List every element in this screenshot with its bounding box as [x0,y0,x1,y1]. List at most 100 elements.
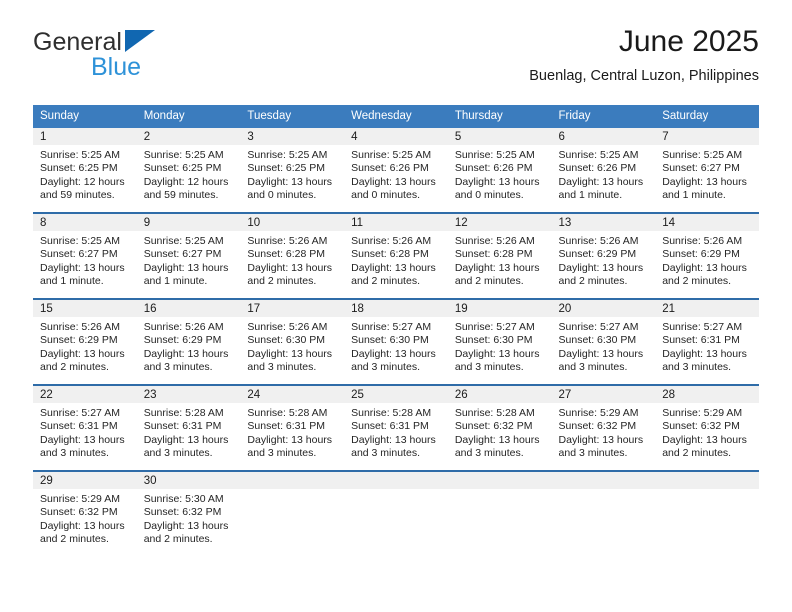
day-sun-info: Sunrise: 5:27 AM Sunset: 6:30 PM Daylight:… [552,317,656,374]
calendar-day-cell[interactable]: 28 Sunrise: 5:29 AM Sunset: 6:32 PM Dayligh… [655,384,759,471]
calendar-day-cell[interactable]: 16 Sunrise: 5:26 AM Sunset: 6:29 PM Dayligh… [136,298,241,385]
calendar-day-cell[interactable]: 2 Sunrise: 5:25 AM Sunset: 6:25 PM Daylight… [136,128,241,213]
calendar-day-cell[interactable]: 3 Sunrise: 5:25 AM Sunset: 6:25 PM Daylight… [240,128,345,213]
calendar-day-cell[interactable]: 9 Sunrise: 5:25 AM Sunset: 6:27 PM Daylight… [136,212,241,299]
calendar-day-cell[interactable]: 17 Sunrise: 5:26 AM Sunset: 6:30 PM Dayligh… [240,298,345,385]
calendar-day-cell[interactable]: 23 Sunrise: 5:28 AM Sunset: 6:31 PM Dayligh… [136,384,241,471]
sunset-text: Sunset: 6:30 PM [351,334,429,347]
day-number [447,472,552,489]
day-cell-content [240,472,345,556]
day-cell-content: 5 Sunrise: 5:25 AM Sunset: 6:26 PM Daylight… [447,128,552,212]
day-cell-content: 3 Sunrise: 5:25 AM Sunset: 6:25 PM Daylight… [240,128,345,212]
day-number: 16 [136,300,241,317]
day-sun-info: Sunrise: 5:25 AM Sunset: 6:27 PM Daylight:… [137,231,241,288]
calendar-day-cell[interactable]: 8 Sunrise: 5:25 AM Sunset: 6:27 PM Daylight… [33,212,137,299]
sunset-text: Sunset: 6:27 PM [662,162,740,175]
day-sun-info: Sunrise: 5:25 AM Sunset: 6:26 PM Daylight:… [344,145,448,202]
page-subtitle: Buenlag, Central Luzon, Philippines [529,68,759,84]
calendar-day-cell[interactable]: 24 Sunrise: 5:28 AM Sunset: 6:31 PM Dayligh… [240,384,345,471]
sunrise-text: Sunrise: 5:29 AM [662,407,743,419]
sunrise-text: Sunrise: 5:28 AM [454,407,535,419]
daylight-text-line1: Daylight: 13 hours [351,347,436,360]
day-cell-content: 13 Sunrise: 5:26 AM Sunset: 6:29 PM Dayligh… [551,214,656,298]
day-number: 14 [655,214,759,231]
sunset-text: Sunset: 6:31 PM [143,420,222,433]
calendar-day-cell[interactable]: 18 Sunrise: 5:27 AM Sunset: 6:30 PM Dayligh… [344,298,448,385]
day-number: 30 [136,472,241,489]
calendar-day-cell[interactable]: 11 Sunrise: 5:26 AM Sunset: 6:28 PM Dayligh… [344,212,448,299]
day-sun-info: Sunrise: 5:25 AM Sunset: 6:27 PM Daylight:… [33,231,137,288]
calendar-day-cell[interactable]: 29 Sunrise: 5:29 AM Sunset: 6:32 PM Dayligh… [33,470,137,556]
day-number: 12 [447,214,552,231]
day-sun-info: Sunrise: 5:28 AM Sunset: 6:31 PM Daylight:… [344,403,448,460]
sunset-text: Sunset: 6:30 PM [247,334,326,347]
daylight-text-line2: and 3 minutes. [454,360,524,373]
calendar-day-cell[interactable]: 15 Sunrise: 5:26 AM Sunset: 6:29 PM Dayligh… [33,298,137,385]
calendar-day-cell[interactable] [655,470,759,556]
daylight-text-line2: and 3 minutes. [40,446,109,459]
day-sun-info: Sunrise: 5:28 AM Sunset: 6:31 PM Daylight:… [137,403,241,460]
day-number: 23 [136,386,241,403]
sunrise-text: Sunrise: 5:29 AM [40,493,120,505]
day-cell-content: 4 Sunrise: 5:25 AM Sunset: 6:26 PM Daylight… [344,128,448,212]
daylight-text-line1: Daylight: 13 hours [558,433,644,446]
calendar-day-cell[interactable] [240,470,345,556]
calendar-day-cell[interactable]: 6 Sunrise: 5:25 AM Sunset: 6:26 PM Daylight… [551,128,656,213]
calendar-day-cell[interactable]: 19 Sunrise: 5:27 AM Sunset: 6:30 PM Dayligh… [447,298,552,385]
calendar-day-cell[interactable]: 30 Sunrise: 5:30 AM Sunset: 6:32 PM Dayligh… [136,470,241,556]
logo-triangle-icon [125,30,155,52]
day-sun-info: Sunrise: 5:30 AM Sunset: 6:32 PM Daylight:… [137,489,241,546]
calendar-day-cell[interactable] [344,470,448,556]
sunset-text: Sunset: 6:32 PM [454,420,533,433]
day-number: 15 [33,300,137,317]
calendar-day-cell[interactable] [551,470,656,556]
day-number: 13 [551,214,656,231]
daylight-text-line1: Daylight: 13 hours [558,347,644,360]
sunset-text: Sunset: 6:25 PM [40,162,118,175]
daylight-text-line1: Daylight: 13 hours [40,519,125,532]
weekday-header-sunday: Sunday [33,105,137,128]
day-cell-content: 29 Sunrise: 5:29 AM Sunset: 6:32 PM Dayligh… [33,472,137,556]
generalblue-logo[interactable]: General Blue [33,28,253,88]
calendar-day-cell[interactable] [447,470,552,556]
day-cell-content [655,472,759,556]
calendar-day-cell[interactable]: 14 Sunrise: 5:26 AM Sunset: 6:29 PM Dayligh… [655,212,759,299]
calendar-day-cell[interactable]: 13 Sunrise: 5:26 AM Sunset: 6:29 PM Dayligh… [551,212,656,299]
daylight-text-line2: and 1 minute. [143,274,208,287]
calendar-day-cell[interactable]: 21 Sunrise: 5:27 AM Sunset: 6:31 PM Dayligh… [655,298,759,385]
sunset-text: Sunset: 6:26 PM [558,162,637,175]
daylight-text-line2: and 2 minutes. [662,446,732,459]
day-number: 1 [33,128,137,145]
sunset-text: Sunset: 6:29 PM [662,248,740,261]
day-number: 5 [447,128,552,145]
calendar-day-cell[interactable]: 22 Sunrise: 5:27 AM Sunset: 6:31 PM Dayligh… [33,384,137,471]
day-number: 6 [551,128,656,145]
sunset-text: Sunset: 6:32 PM [662,420,740,433]
day-sun-info [344,489,448,493]
sunset-text: Sunset: 6:31 PM [247,420,326,433]
calendar-day-cell[interactable]: 26 Sunrise: 5:28 AM Sunset: 6:32 PM Dayligh… [447,384,552,471]
calendar-day-cell[interactable]: 20 Sunrise: 5:27 AM Sunset: 6:30 PM Dayligh… [551,298,656,385]
day-cell-content: 23 Sunrise: 5:28 AM Sunset: 6:31 PM Dayligh… [136,386,241,470]
sunset-text: Sunset: 6:28 PM [454,248,533,261]
sunrise-text: Sunrise: 5:26 AM [143,321,224,333]
sunrise-text: Sunrise: 5:26 AM [351,235,432,247]
calendar-day-cell[interactable]: 25 Sunrise: 5:28 AM Sunset: 6:31 PM Dayligh… [344,384,448,471]
calendar-day-cell[interactable]: 7 Sunrise: 5:25 AM Sunset: 6:27 PM Daylight… [655,128,759,213]
calendar-day-cell[interactable]: 4 Sunrise: 5:25 AM Sunset: 6:26 PM Daylight… [344,128,448,213]
calendar-day-cell[interactable]: 1 Sunrise: 5:25 AM Sunset: 6:25 PM Daylight… [33,128,137,213]
day-sun-info: Sunrise: 5:26 AM Sunset: 6:29 PM Daylight:… [137,317,241,374]
day-cell-content: 15 Sunrise: 5:26 AM Sunset: 6:29 PM Dayligh… [33,300,137,384]
calendar-day-cell[interactable]: 10 Sunrise: 5:26 AM Sunset: 6:28 PM Dayligh… [240,212,345,299]
day-cell-content: 28 Sunrise: 5:29 AM Sunset: 6:32 PM Dayligh… [655,386,759,470]
day-cell-content: 20 Sunrise: 5:27 AM Sunset: 6:30 PM Dayligh… [551,300,656,384]
day-number [655,472,759,489]
day-sun-info: Sunrise: 5:29 AM Sunset: 6:32 PM Daylight:… [33,489,137,546]
logo-text-blue: Blue [91,53,142,81]
day-number: 24 [240,386,345,403]
calendar-day-cell[interactable]: 12 Sunrise: 5:26 AM Sunset: 6:28 PM Dayligh… [447,212,552,299]
calendar-day-cell[interactable]: 27 Sunrise: 5:29 AM Sunset: 6:32 PM Dayligh… [551,384,656,471]
calendar-day-cell[interactable]: 5 Sunrise: 5:25 AM Sunset: 6:26 PM Daylight… [447,128,552,213]
day-cell-content: 7 Sunrise: 5:25 AM Sunset: 6:27 PM Daylight… [655,128,759,212]
sunset-text: Sunset: 6:31 PM [662,334,740,347]
